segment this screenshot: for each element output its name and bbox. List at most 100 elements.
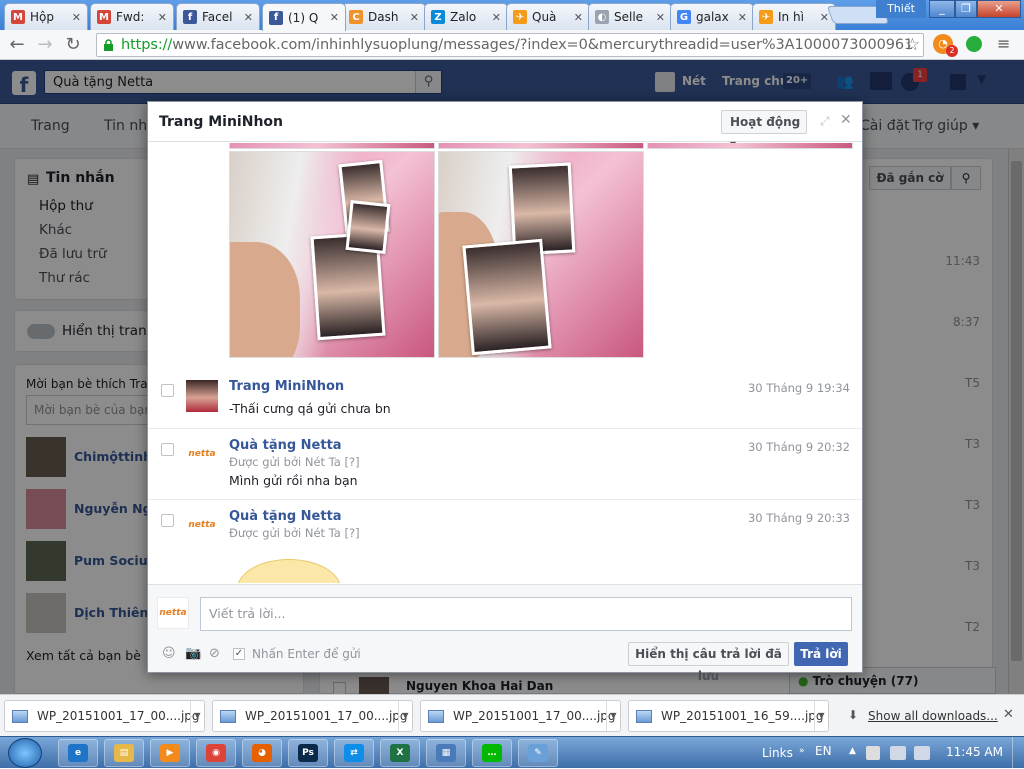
- download-item[interactable]: WP_20151001_16_59....jpg ▼: [628, 700, 829, 732]
- close-tab-icon[interactable]: ✕: [410, 11, 419, 24]
- browser-tab[interactable]: M Hộp ✕: [4, 3, 88, 30]
- tab-label: galax: [696, 10, 729, 24]
- sender-name[interactable]: Trang MiniNhon: [229, 379, 344, 394]
- download-item[interactable]: WP_20151001_17_00....jpg ▼: [212, 700, 413, 732]
- action-center-icon[interactable]: [866, 746, 880, 760]
- volume-tray-icon[interactable]: [914, 746, 930, 760]
- browser-tab[interactable]: ✈ In hì ✕: [752, 3, 836, 30]
- help-link[interactable]: [?]: [345, 526, 360, 540]
- close-downloads-icon[interactable]: ✕: [1003, 707, 1014, 722]
- tab-label: Facel: [202, 10, 233, 24]
- alibaba-icon: ✈: [759, 10, 773, 24]
- gmail-icon: M: [97, 10, 111, 24]
- show-all-downloads-link[interactable]: Show all downloads...: [868, 709, 998, 723]
- url-text: https://www.facebook.com/inhinhlysuoplun…: [121, 37, 914, 53]
- windows-start-icon[interactable]: [8, 738, 42, 768]
- close-tab-icon[interactable]: ✕: [492, 11, 501, 24]
- message-checkbox[interactable]: [161, 443, 174, 456]
- taskbar-app-button[interactable]: X: [380, 739, 420, 767]
- message-photo[interactable]: [647, 143, 853, 149]
- profile-name[interactable]: Thiết: [876, 0, 926, 18]
- taskbar-app-button[interactable]: ▶: [150, 739, 190, 767]
- taskbar-app-button[interactable]: Ps: [288, 739, 328, 767]
- back-arrow-icon[interactable]: ←: [6, 34, 28, 56]
- sender-name[interactable]: Quà tặng Netta: [229, 509, 342, 524]
- links-toolbar[interactable]: Links: [762, 746, 793, 760]
- expand-toolbar-icon[interactable]: »: [799, 746, 805, 756]
- show-desktop-button[interactable]: [1012, 737, 1024, 769]
- help-link[interactable]: [?]: [345, 455, 360, 469]
- browser-tab[interactable]: Ggalax ✕: [670, 3, 754, 30]
- tab-label: Selle: [614, 10, 644, 24]
- attach-icon[interactable]: ⊘: [209, 646, 220, 661]
- reply-input[interactable]: Viết trả lời...: [200, 597, 852, 631]
- firefox-icon: ◕: [252, 744, 272, 762]
- taskbar-app-button[interactable]: ✎: [518, 739, 558, 767]
- sender-name[interactable]: Quà tặng Netta: [229, 438, 342, 453]
- photoshop-icon: Ps: [298, 744, 318, 762]
- minimize-button[interactable]: _: [929, 0, 955, 18]
- taskbar-app-button[interactable]: ◉: [196, 739, 236, 767]
- reload-icon[interactable]: ↻: [62, 34, 84, 56]
- close-tab-icon[interactable]: ✕: [820, 11, 829, 24]
- hangouts-icon[interactable]: [966, 36, 982, 52]
- browser-tab[interactable]: f (1) Q ✕: [262, 3, 346, 31]
- message-checkbox[interactable]: [161, 514, 174, 527]
- download-menu-arrow[interactable]: ▼: [190, 701, 204, 731]
- download-menu-arrow[interactable]: ▼: [398, 701, 412, 731]
- browser-toolbar: ← → ↻ https://www.facebook.com/inhinhlys…: [0, 30, 1024, 60]
- download-item[interactable]: WP_20151001_17_00....jpg ▼: [4, 700, 205, 732]
- browser-tab[interactable]: Z Zalo ✕: [424, 3, 508, 30]
- taskbar-app-button[interactable]: e: [58, 739, 98, 767]
- taskbar-app-button[interactable]: ◕: [242, 739, 282, 767]
- message-photo[interactable]: [229, 143, 435, 149]
- activity-dropdown-button[interactable]: Hoạt động ▾: [721, 110, 807, 151]
- browser-tab[interactable]: f Facel ✕: [176, 3, 260, 30]
- browser-tab[interactable]: C Dash ✕: [342, 3, 426, 30]
- browser-tab[interactable]: M Fwd: ✕: [90, 3, 174, 30]
- taskbar-app-button[interactable]: ⇄: [334, 739, 374, 767]
- menu-icon[interactable]: ≡: [997, 34, 1010, 53]
- close-tab-icon[interactable]: ✕: [244, 11, 253, 24]
- download-item[interactable]: WP_20151001_17_00....jpg ▼: [420, 700, 621, 732]
- message-photo[interactable]: [438, 151, 644, 358]
- close-window-button[interactable]: ✕: [977, 0, 1021, 18]
- download-menu-arrow[interactable]: ▼: [814, 701, 828, 731]
- tray-expand-icon[interactable]: ▲: [849, 746, 856, 756]
- close-tab-icon[interactable]: ✕: [330, 11, 339, 24]
- browser-tab[interactable]: ◐ Selle ✕: [588, 3, 672, 30]
- taskbar-app-button[interactable]: ▦: [426, 739, 466, 767]
- message-photo[interactable]: [229, 151, 435, 358]
- netta-logo[interactable]: netta: [186, 438, 218, 470]
- close-tab-icon[interactable]: ✕: [72, 11, 81, 24]
- taskbar-app-button[interactable]: ▤: [104, 739, 144, 767]
- browser-tab[interactable]: ✈ Quà ✕: [506, 3, 590, 30]
- close-tab-icon[interactable]: ✕: [574, 11, 583, 24]
- close-tab-icon[interactable]: ✕: [158, 11, 167, 24]
- download-menu-arrow[interactable]: ▼: [606, 701, 620, 731]
- message-photo[interactable]: [438, 143, 644, 149]
- camera-icon[interactable]: 📷: [185, 646, 201, 661]
- close-tab-icon[interactable]: ✕: [738, 11, 747, 24]
- network-tray-icon[interactable]: [890, 746, 906, 760]
- emoji-icon[interactable]: ☺: [162, 646, 176, 661]
- show-saved-replies-button[interactable]: Hiển thị câu trả lời đã lưu: [628, 642, 789, 683]
- forward-arrow-icon[interactable]: →: [34, 34, 56, 56]
- expand-icon[interactable]: ⤢: [820, 114, 830, 129]
- language-indicator[interactable]: EN: [815, 744, 832, 758]
- image-file-icon: [220, 710, 236, 723]
- google-icon: G: [677, 10, 691, 24]
- reply-button[interactable]: Trả lời: [794, 642, 848, 666]
- maximize-button[interactable]: ❐: [955, 0, 977, 18]
- enter-to-send-checkbox[interactable]: ✓: [233, 648, 245, 660]
- message-checkbox[interactable]: [161, 384, 174, 397]
- netta-logo[interactable]: netta: [186, 509, 218, 541]
- tab-label: Fwd:: [116, 10, 145, 24]
- system-clock[interactable]: 11:45 AM: [946, 745, 1003, 759]
- close-tab-icon[interactable]: ✕: [656, 11, 665, 24]
- address-bar[interactable]: https://www.facebook.com/inhinhlysuoplun…: [96, 33, 924, 57]
- taskbar-app-button[interactable]: …: [472, 739, 512, 767]
- sender-avatar[interactable]: [186, 380, 218, 412]
- close-icon[interactable]: ✕: [840, 112, 852, 128]
- bookmark-star-icon[interactable]: ☆: [905, 35, 920, 55]
